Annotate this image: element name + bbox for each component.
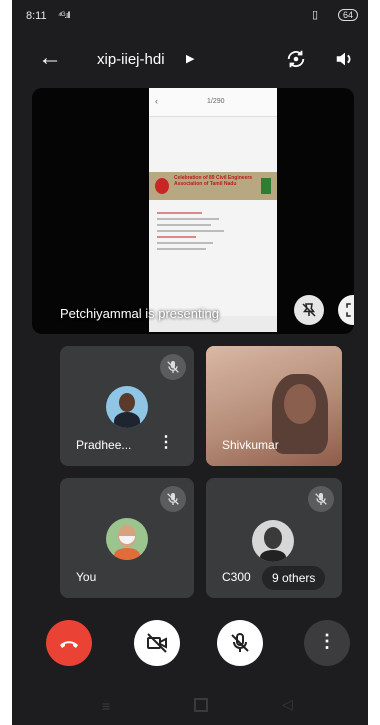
avatar (252, 520, 294, 562)
camera-off-button[interactable] (134, 620, 180, 666)
vibrate-icon: ▯ (311, 9, 318, 21)
shared-document-text (157, 208, 269, 254)
banner-logo-right (261, 178, 271, 194)
banner-logo-left (155, 178, 169, 194)
more-vert-icon[interactable]: ⋮ (158, 432, 174, 452)
call-controls: ⋮ (12, 620, 368, 666)
pin-off-icon[interactable] (294, 295, 324, 325)
system-nav-bar: ≡ ◁ (12, 690, 368, 725)
meeting-code[interactable]: xip-iiej-hdi (97, 51, 165, 68)
participant-name: Pradhee... (76, 438, 132, 452)
shared-screen: ‹ 1/290 Celebration of 89 Civil Engineer… (149, 88, 277, 332)
home-icon[interactable] (194, 698, 208, 712)
battery-indicator: 64 (337, 9, 358, 21)
participant-name: Shivkumar (222, 438, 279, 452)
microphone-off-button[interactable] (217, 620, 263, 666)
status-time: 8:11 (26, 10, 47, 22)
participant-tile[interactable]: Pradhee... ⋮ (60, 346, 194, 466)
shared-toolbar: ‹ 1/290 (149, 88, 277, 117)
mic-off-icon (308, 486, 334, 512)
avatar (106, 386, 148, 428)
presentation-tile[interactable]: ‹ 1/290 Celebration of 89 Civil Engineer… (32, 88, 354, 334)
meeting-header: ← xip-iiej-hdi ▶ (12, 40, 368, 80)
chevron-right-icon[interactable]: ▶ (186, 52, 194, 65)
signal-icon: ⁴ᴳ.ıll (58, 10, 70, 20)
back-triangle-icon[interactable]: ◁ (282, 696, 293, 713)
phone-screen: 8:11 ⁴ᴳ.ıll ▯ 64 ← xip-iiej-hdi ▶ ‹ 1/29… (12, 0, 368, 725)
mic-off-icon (160, 486, 186, 512)
banner-text: Celebration of 89 Civil Engineers Associ… (174, 175, 253, 187)
end-call-button[interactable] (46, 620, 92, 666)
participant-tile[interactable]: You (60, 478, 194, 598)
speaker-icon[interactable] (334, 48, 356, 70)
back-arrow-icon[interactable]: ← (38, 46, 62, 70)
avatar (106, 518, 148, 560)
shared-back-icon: ‹ (155, 96, 158, 106)
switch-camera-icon[interactable] (285, 48, 307, 70)
shared-banner: Celebration of 89 Civil Engineers Associ… (149, 172, 277, 200)
presenter-name: Petchiyammal is presenting (60, 306, 219, 321)
fullscreen-icon[interactable] (338, 295, 354, 325)
participant-name: C300 (222, 570, 251, 584)
participant-tile[interactable]: Shivkumar (206, 346, 342, 466)
status-bar: 8:11 ⁴ᴳ.ıll ▯ 64 (12, 0, 368, 30)
participant-name: You (76, 570, 97, 584)
mic-off-icon (160, 354, 186, 380)
shared-page-number: 1/290 (207, 98, 225, 105)
others-count-badge[interactable]: 9 others (262, 566, 326, 590)
participant-video-face (284, 384, 316, 424)
more-options-button[interactable]: ⋮ (304, 620, 350, 666)
menu-icon[interactable]: ≡ (102, 698, 110, 714)
more-vert-icon: ⋮ (318, 631, 336, 651)
